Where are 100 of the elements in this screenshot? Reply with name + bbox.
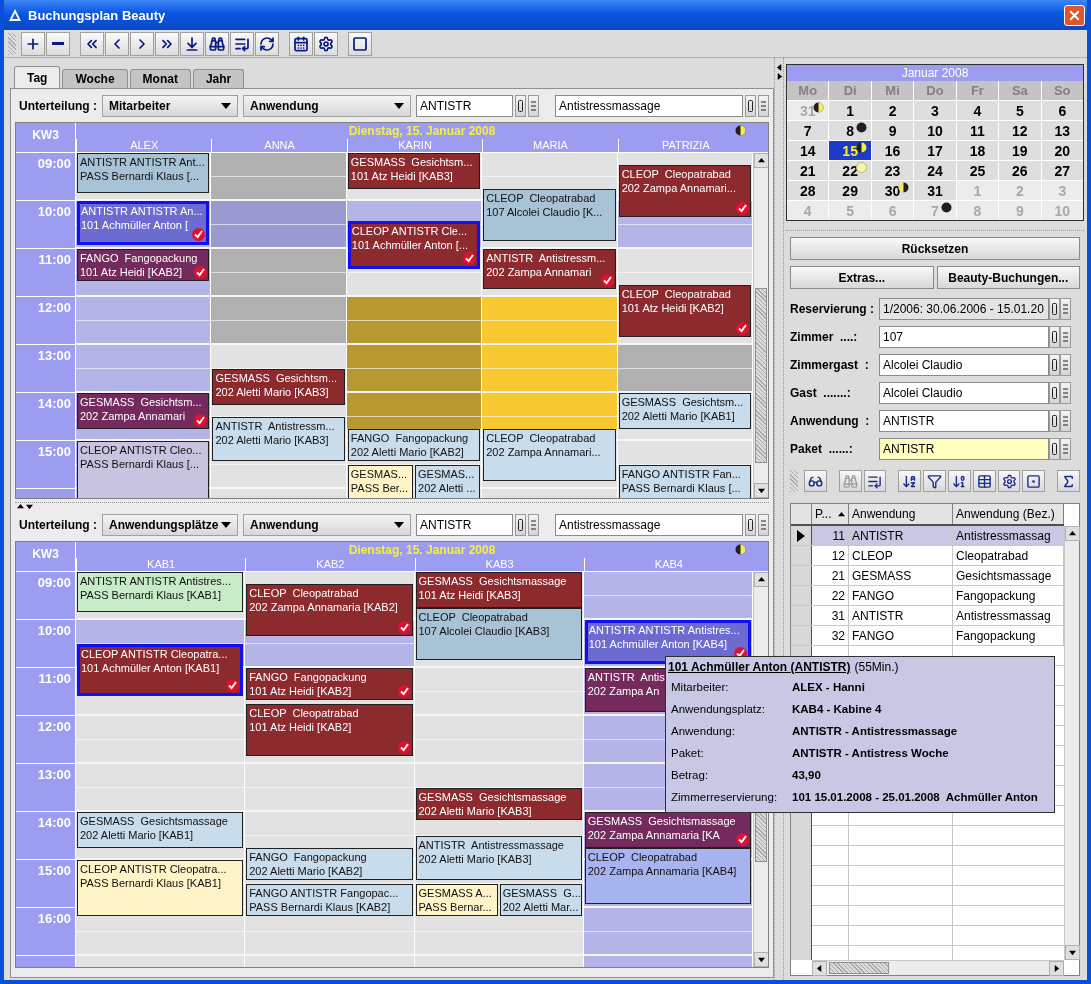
week-label: KW3 bbox=[32, 547, 59, 563]
tooltip-value: ANTISTR - Antistressmassage bbox=[792, 725, 958, 737]
subdivision-label: Unterteilung : bbox=[19, 99, 97, 113]
booking-guest: 202 Aletti Mario [KAB1] bbox=[621, 409, 735, 423]
booking-service: ANTISTR Antistressm... bbox=[215, 419, 335, 433]
booking-guest: 101 Achmüller Anton [KAB4] bbox=[588, 637, 727, 651]
hour-label: 11:00 bbox=[38, 671, 71, 688]
table-cell: ANTISTR bbox=[849, 526, 953, 545]
booking-service: ANTISTR Antis bbox=[587, 670, 665, 684]
booking-service: CLEOP Cleopatrabad bbox=[249, 706, 359, 720]
table-cell: 12 bbox=[812, 546, 849, 565]
booking-guest: 202 Aletti Mario [KAB1] bbox=[80, 828, 194, 842]
weekday-label: Mo bbox=[798, 83, 818, 98]
hour-label: 14:00 bbox=[37, 815, 71, 832]
booking-guest: 101 Atz Heidi [KAB2] bbox=[249, 720, 352, 734]
tooltip-duration: (55Min.) bbox=[854, 660, 899, 674]
booking-guest: 202 Zampa Annamaria [KAB2] bbox=[249, 600, 398, 614]
table-cell: 21 bbox=[812, 566, 849, 585]
tooltip-label: Anwendung: bbox=[671, 725, 736, 737]
booking-service: GESMAS... bbox=[418, 467, 475, 481]
hour-label: 12:00 bbox=[37, 719, 71, 736]
column-header: ALEX bbox=[76, 139, 212, 152]
booking-guest: PASS Bernardi Klaus [... bbox=[80, 457, 200, 471]
booking-guest: 101 Achmüller Anton [ bbox=[81, 218, 188, 232]
field-label: Paket ......: bbox=[790, 442, 854, 456]
booking-guest: 202 Zampa Annamari... bbox=[486, 445, 601, 459]
booking-service: CLEOP ANTISTR Cleopatra... bbox=[81, 647, 228, 661]
booking-guest: 101 Achmüller Anton [KAB1] bbox=[81, 661, 220, 675]
column-header: ANNA bbox=[211, 139, 347, 152]
booking-guest: 202 Zampa An bbox=[587, 684, 660, 698]
tooltip-value: KAB4 - Kabine 4 bbox=[792, 703, 882, 715]
booking-guest: 101 Atz Heidi [KAB2] bbox=[249, 684, 352, 698]
booking-guest: 101 Atz Heidi [KAB3] bbox=[418, 588, 521, 602]
table-cell: ANTISTR bbox=[849, 606, 953, 625]
booking-service: FANGO ANTISTR Fan... bbox=[621, 467, 741, 481]
tooltip-value: 43,90 bbox=[792, 769, 821, 781]
date-title: Dienstag, 15. Januar 2008 bbox=[348, 543, 496, 557]
column-header: KARIN bbox=[346, 139, 483, 152]
table-cell: GESMASS bbox=[849, 566, 953, 585]
week-label: KW3 bbox=[32, 128, 59, 144]
hour-label: 14:00 bbox=[37, 396, 71, 413]
booking-guest: 101 Atz Heidi [KAB3] bbox=[350, 169, 453, 183]
tooltip-label: Zimmerreservierung: bbox=[671, 791, 779, 803]
booking-service: CLEOP Cleopatrabad bbox=[621, 167, 731, 181]
tooltip-label: Betrag: bbox=[671, 769, 710, 781]
hour-label: 09:00 bbox=[37, 156, 71, 173]
field-label: Zimmer ....: bbox=[790, 330, 859, 344]
booking-service: CLEOP ANTISTR Cleopatra... bbox=[80, 862, 227, 876]
tooltip-label: Anwendungsplatz: bbox=[671, 703, 766, 715]
subdivision-label: Unterteilung : bbox=[19, 518, 97, 532]
booking-service: CLEOP Cleopatrabad bbox=[418, 610, 528, 624]
tooltip-label: Paket: bbox=[671, 747, 705, 759]
weekday-label: Mi bbox=[885, 83, 900, 98]
booking-service: GESMASS Gesichtsmassage bbox=[80, 814, 228, 828]
booking-service: ANTISTR ANTISTR Ant... bbox=[80, 155, 205, 169]
booking-service: GESMAS... bbox=[350, 467, 408, 481]
booking-guest: 202 Aletti Mario [KAB3] bbox=[418, 852, 532, 866]
table-cell: 22 bbox=[812, 586, 849, 605]
hour-label: 09:00 bbox=[37, 575, 71, 592]
column-header: KAB3 bbox=[414, 558, 584, 571]
booking-guest: PASS Bernardi Klaus [KAB2] bbox=[249, 900, 391, 914]
booking-guest: 202 Aletti Mario [KAB3] bbox=[215, 433, 329, 447]
booking-guest: 202 Zampa Annamaria [KAB4] bbox=[587, 864, 737, 878]
booking-guest: PASS Ber... bbox=[350, 481, 409, 495]
booking-guest: 202 Aletti Mario [KAB3] bbox=[215, 385, 329, 399]
column-header: KAB4 bbox=[583, 558, 753, 571]
hour-label: 13:00 bbox=[37, 767, 71, 784]
calendar-month: Januar 2008 bbox=[901, 66, 969, 80]
hour-label: 12:00 bbox=[37, 300, 71, 317]
tooltip-value: ANTISTR - Antistress Woche bbox=[792, 747, 949, 759]
hour-label: 15:00 bbox=[37, 863, 71, 880]
field-label: Zimmergast : bbox=[790, 358, 870, 372]
table-cell: FANGO bbox=[849, 626, 953, 645]
hour-label: 11:00 bbox=[38, 252, 71, 269]
booking-guest: 107 Alcolei Claudio [K... bbox=[486, 205, 603, 219]
booking-service: GESMASS Gesichtsmassage bbox=[418, 790, 567, 804]
column-header: KAB2 bbox=[245, 558, 415, 571]
field-label: Anwendung : bbox=[790, 414, 871, 428]
booking-service: ANTISTR ANTISTR Antistres... bbox=[588, 623, 740, 637]
booking-service: CLEOP Cleopatrabad bbox=[249, 586, 359, 600]
booking-guest: 202 Zampa Annamari bbox=[486, 265, 592, 279]
booking-service: CLEOP Cleopatrabad bbox=[587, 850, 697, 864]
table-cell: CLEOP bbox=[849, 546, 953, 565]
booking-guest: PASS Bernardi Klaus [... bbox=[621, 481, 741, 495]
booking-service: GESMASS Gesichtsmassage bbox=[418, 574, 567, 588]
table-cell: 11 bbox=[812, 526, 849, 545]
booking-service: GESMASS Gesichtsm... bbox=[80, 395, 202, 409]
hour-label: 16:00 bbox=[37, 911, 71, 928]
booking-service: FANGO Fangopackung bbox=[249, 850, 367, 864]
window-title: Buchungsplan Beauty bbox=[28, 7, 166, 23]
booking-service: CLEOP ANTISTR Cle... bbox=[351, 224, 468, 238]
weekday-label: Sa bbox=[1011, 83, 1028, 98]
booking-guest: 202 Aletti Mario [KAB2] bbox=[350, 445, 464, 459]
table-cell: 31 bbox=[812, 606, 849, 625]
booking-service: CLEOP Cleopatrabad bbox=[621, 287, 731, 301]
booking-guest: 202 Zampa Annamari bbox=[80, 409, 186, 423]
column-header: MARIA bbox=[482, 139, 618, 152]
booking-guest: 202 Aletti ... bbox=[418, 481, 476, 495]
booking-guest: 202 Aletti Mario [KAB2] bbox=[249, 864, 363, 878]
booking-service: ANTISTR ANTISTR An... bbox=[81, 204, 203, 218]
